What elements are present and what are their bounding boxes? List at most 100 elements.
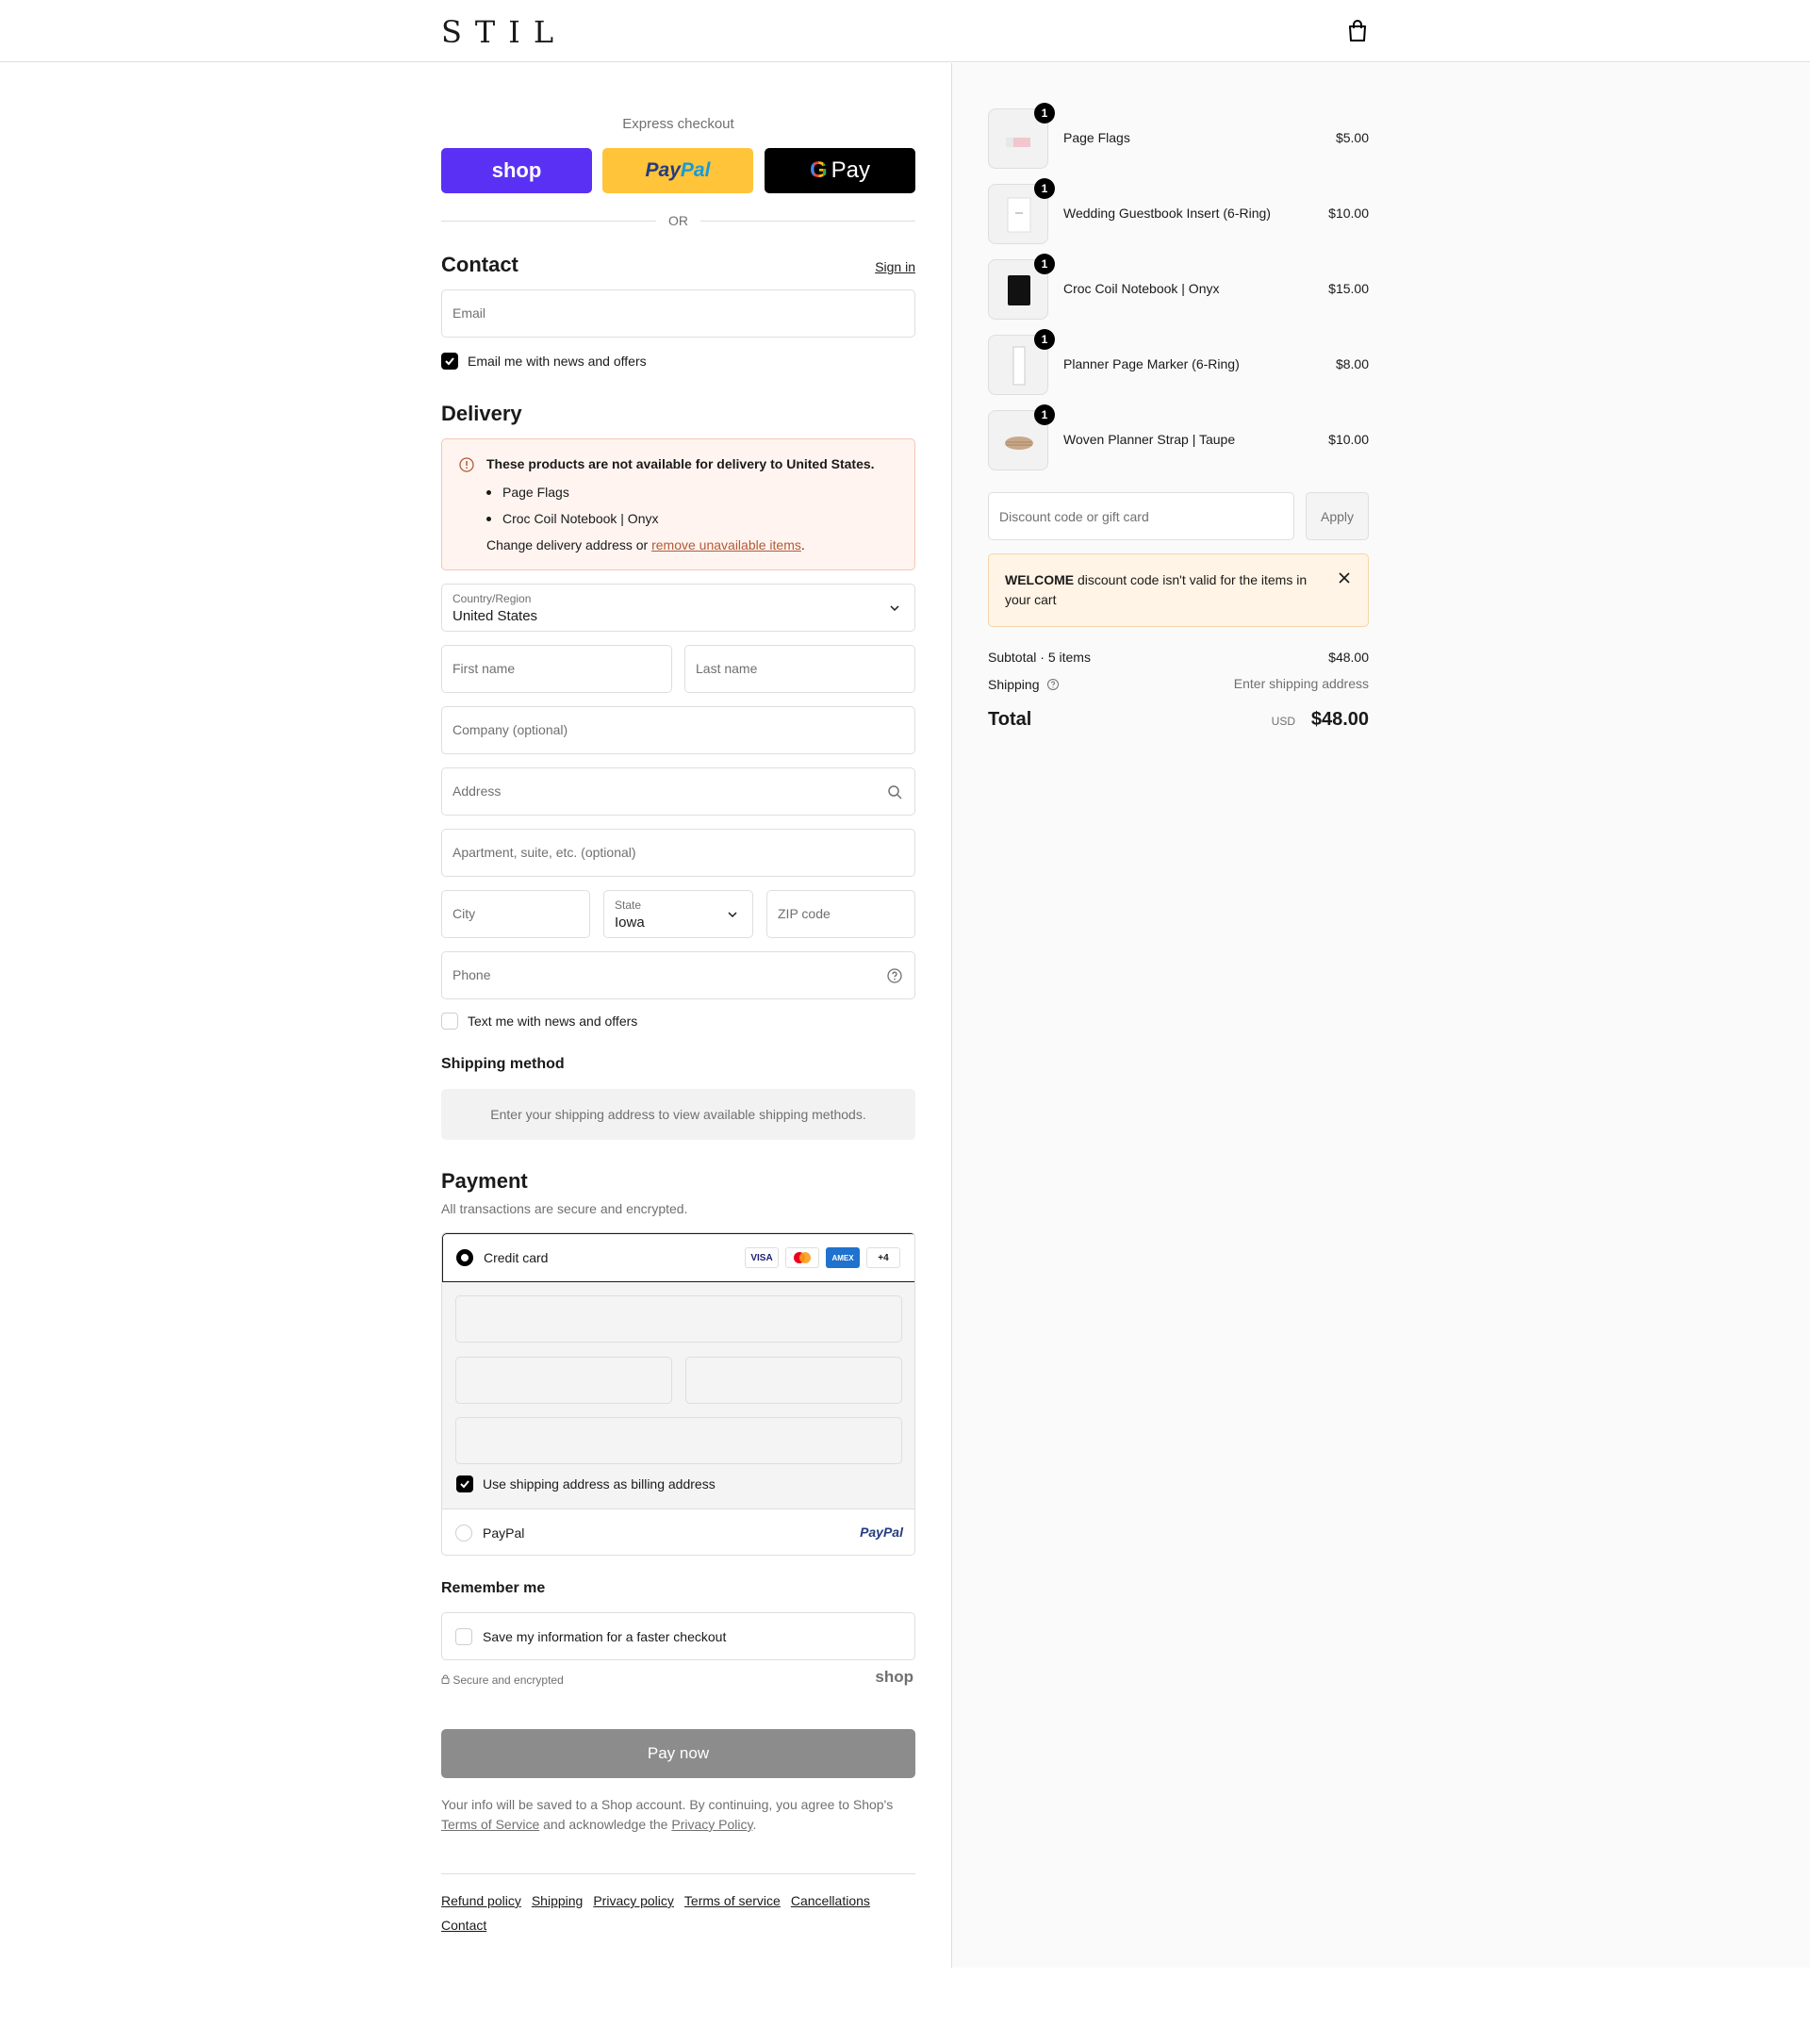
paypal-label-b: Pal bbox=[680, 159, 711, 181]
phone-field[interactable]: Phone bbox=[441, 951, 915, 999]
save-info-checkbox[interactable] bbox=[455, 1628, 472, 1645]
apply-discount-button[interactable]: Apply bbox=[1306, 492, 1369, 540]
zip-field[interactable]: ZIP code bbox=[766, 890, 915, 938]
discount-placeholder: Discount code or gift card bbox=[999, 509, 1149, 524]
discount-error-banner: WELCOME discount code isn't valid for th… bbox=[988, 553, 1369, 627]
legal-text: Your info will be saved to a Shop accoun… bbox=[441, 1797, 894, 1832]
last-name-placeholder: Last name bbox=[696, 661, 758, 676]
footer-link-contact[interactable]: Contact bbox=[441, 1918, 486, 1933]
shipping-row: Shipping Enter shipping address bbox=[988, 676, 1369, 692]
credit-card-radio[interactable] bbox=[456, 1249, 473, 1266]
unavailable-item: Page Flags bbox=[486, 479, 658, 505]
payment-methods: Credit card VISA AMEX +4 Use shipping ad… bbox=[441, 1232, 915, 1556]
state-select[interactable]: State Iowa bbox=[603, 890, 753, 938]
google-pay-button[interactable]: G Pay bbox=[765, 148, 915, 193]
pay-now-button[interactable]: Pay now bbox=[441, 1729, 915, 1778]
quantity-badge: 1 bbox=[1034, 103, 1055, 124]
first-name-placeholder: First name bbox=[452, 661, 516, 676]
card-expiry-field[interactable] bbox=[455, 1357, 672, 1404]
unavailable-items-list: Page Flags Croc Coil Notebook | Onyx bbox=[486, 479, 658, 532]
address-placeholder: Address bbox=[452, 783, 502, 799]
footer-link-cancellations[interactable]: Cancellations bbox=[791, 1893, 870, 1908]
apartment-placeholder: Apartment, suite, etc. (optional) bbox=[452, 845, 636, 860]
paypal-logo: PayPal bbox=[860, 1525, 903, 1540]
paypal-option[interactable]: PayPal PayPal bbox=[442, 1509, 914, 1555]
credit-card-option[interactable]: Credit card VISA AMEX +4 bbox=[442, 1233, 914, 1282]
item-price: $15.00 bbox=[1328, 281, 1369, 296]
footer-link-shipping[interactable]: Shipping bbox=[532, 1893, 584, 1908]
first-name-field[interactable]: First name bbox=[441, 645, 672, 693]
item-name: Page Flags bbox=[1063, 130, 1130, 145]
country-label: Country/Region bbox=[452, 592, 532, 605]
cart-item: 1 Woven Planner Strap | Taupe $10.00 bbox=[988, 404, 1369, 470]
paypal-express-button[interactable]: Pay Pal bbox=[602, 148, 753, 193]
cart-item: 1 Wedding Guestbook Insert (6-Ring) $10.… bbox=[988, 178, 1369, 244]
cart-item: 1 Planner Page Marker (6-Ring) $8.00 bbox=[988, 329, 1369, 395]
credit-card-label: Credit card bbox=[484, 1250, 549, 1265]
phone-placeholder: Phone bbox=[452, 967, 491, 982]
store-logo[interactable]: STIL bbox=[441, 15, 567, 49]
card-number-field[interactable] bbox=[455, 1295, 902, 1343]
secure-label: Secure and encrypted bbox=[452, 1673, 564, 1687]
text-news-checkbox[interactable] bbox=[441, 1013, 458, 1030]
footer-link-privacy[interactable]: Privacy policy bbox=[593, 1893, 674, 1908]
google-pay-label: Pay bbox=[831, 157, 871, 183]
close-icon[interactable] bbox=[1338, 571, 1351, 585]
paypal-radio[interactable] bbox=[455, 1525, 472, 1541]
footer-link-refund[interactable]: Refund policy bbox=[441, 1893, 521, 1908]
google-g-icon: G bbox=[809, 157, 828, 183]
mastercard-icon bbox=[785, 1247, 819, 1268]
zip-placeholder: ZIP code bbox=[778, 906, 831, 921]
billing-same-checkbox[interactable] bbox=[456, 1475, 473, 1492]
quantity-badge: 1 bbox=[1034, 329, 1055, 350]
subtotal-row: Subtotal · 5 items $48.00 bbox=[988, 650, 1369, 665]
shop-pay-button[interactable]: shop bbox=[441, 148, 592, 193]
alert-circle-icon bbox=[459, 457, 474, 472]
item-price: $10.00 bbox=[1328, 206, 1369, 221]
chevron-down-icon bbox=[886, 600, 903, 617]
terms-of-service-link[interactable]: Terms of Service bbox=[441, 1817, 539, 1832]
city-field[interactable]: City bbox=[441, 890, 590, 938]
bag-icon[interactable] bbox=[1346, 19, 1369, 43]
country-select[interactable]: Country/Region United States bbox=[441, 584, 915, 632]
quantity-badge: 1 bbox=[1034, 254, 1055, 274]
company-placeholder: Company (optional) bbox=[452, 722, 568, 737]
email-news-checkbox[interactable] bbox=[441, 353, 458, 370]
delivery-warning-title: These products are not available for del… bbox=[486, 456, 875, 471]
last-name-field[interactable]: Last name bbox=[684, 645, 915, 693]
billing-same-label: Use shipping address as billing address bbox=[483, 1476, 716, 1492]
card-cvv-field[interactable] bbox=[685, 1357, 902, 1404]
remove-unavailable-items-link[interactable]: remove unavailable items bbox=[651, 537, 801, 552]
address-field[interactable]: Address bbox=[441, 767, 915, 816]
email-placeholder: Email bbox=[452, 305, 486, 321]
item-name: Wedding Guestbook Insert (6-Ring) bbox=[1063, 206, 1271, 221]
quantity-badge: 1 bbox=[1034, 178, 1055, 199]
item-name: Woven Planner Strap | Taupe bbox=[1063, 432, 1236, 447]
secure-note: Secure and encrypted bbox=[441, 1673, 564, 1687]
payment-heading: Payment bbox=[441, 1169, 528, 1193]
apartment-field[interactable]: Apartment, suite, etc. (optional) bbox=[441, 829, 915, 877]
help-circle-icon[interactable] bbox=[1046, 679, 1060, 694]
company-field[interactable]: Company (optional) bbox=[441, 706, 915, 754]
country-value: United States bbox=[452, 608, 538, 624]
help-circle-icon[interactable] bbox=[886, 967, 903, 984]
text-news-label: Text me with news and offers bbox=[468, 1014, 638, 1029]
shop-logo: shop bbox=[875, 1668, 913, 1686]
shop-pay-label: shop bbox=[491, 158, 542, 182]
email-field[interactable]: Email bbox=[441, 289, 915, 338]
delivery-warning-banner: These products are not available for del… bbox=[441, 438, 915, 570]
discount-code-input[interactable]: Discount code or gift card bbox=[988, 492, 1294, 540]
cart-item: 1 Page Flags $5.00 bbox=[988, 103, 1369, 169]
subtotal-value: $48.00 bbox=[1328, 650, 1369, 665]
footer-link-terms[interactable]: Terms of service bbox=[684, 1893, 781, 1908]
card-name-field[interactable] bbox=[455, 1417, 902, 1464]
sign-in-link[interactable]: Sign in bbox=[875, 259, 915, 274]
payment-subtitle: All transactions are secure and encrypte… bbox=[441, 1201, 688, 1216]
privacy-policy-link[interactable]: Privacy Policy bbox=[671, 1817, 752, 1832]
currency-code: USD bbox=[1271, 715, 1295, 728]
state-label: State bbox=[615, 898, 642, 912]
unavailable-item: Croc Coil Notebook | Onyx bbox=[486, 505, 658, 532]
or-divider: OR bbox=[441, 212, 915, 231]
total-value: $48.00 bbox=[1310, 709, 1369, 730]
cart-item: 1 Croc Coil Notebook | Onyx $15.00 bbox=[988, 254, 1369, 320]
